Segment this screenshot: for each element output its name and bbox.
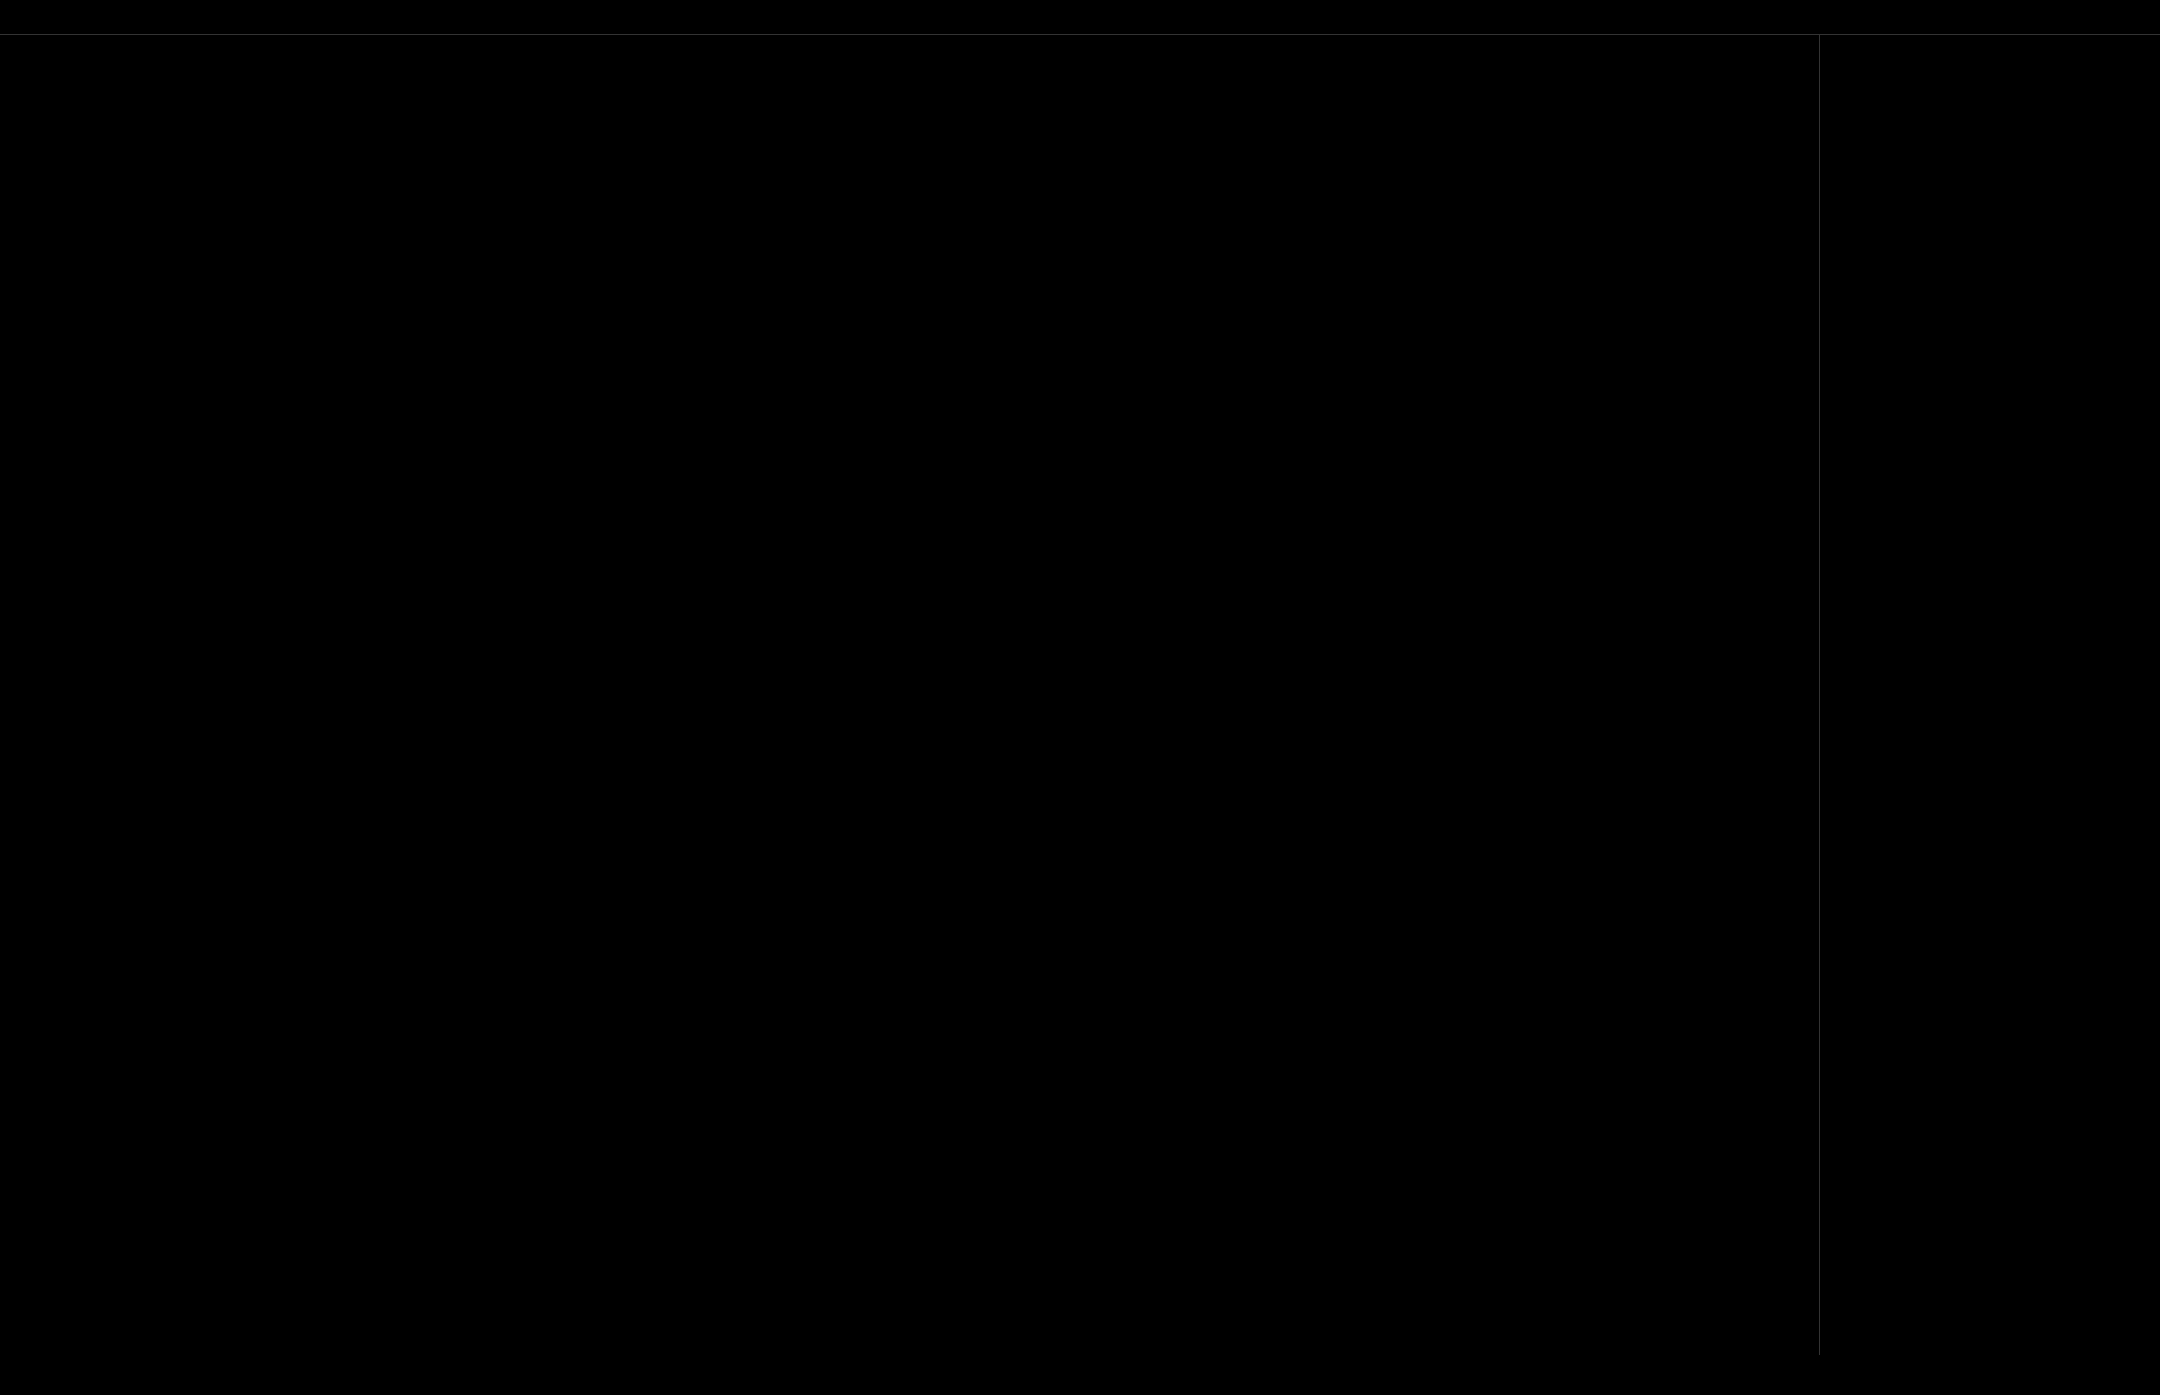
workspace <box>0 35 2160 1355</box>
chart-area[interactable] <box>0 35 1820 1355</box>
quote-panel <box>1820 35 2160 1355</box>
title-bar <box>0 0 2160 35</box>
